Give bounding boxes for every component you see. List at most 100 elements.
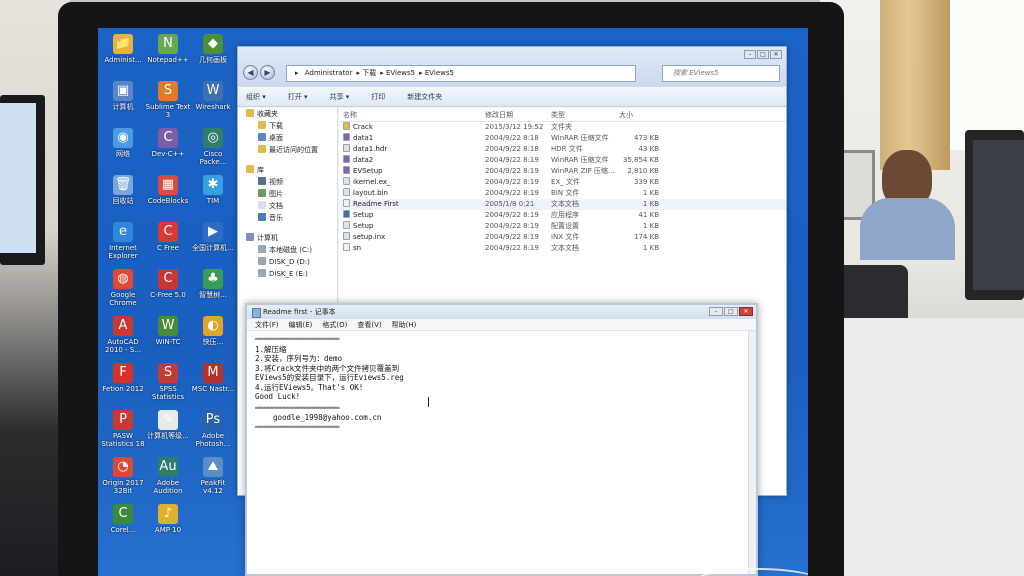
back-button[interactable]: ◀ bbox=[243, 65, 258, 80]
file-row[interactable]: sn 2004/9/22 8:19 文本文档 1 KB bbox=[339, 243, 786, 254]
desktop-icon-item[interactable]: ▦ CodeBlocks bbox=[145, 175, 191, 205]
nav-music[interactable]: 音乐 bbox=[238, 212, 337, 224]
app-icon: C bbox=[158, 269, 178, 289]
file-row[interactable]: Setup 2004/9/22 8:19 应用程序 41 KB bbox=[339, 210, 786, 221]
open-button[interactable]: 打开 ▾ bbox=[288, 92, 308, 102]
maximize-button[interactable]: □ bbox=[757, 50, 769, 59]
nav-libraries[interactable]: 库 bbox=[238, 164, 337, 176]
desktop-icon-label: Fetion 2012 bbox=[102, 385, 144, 393]
file-row[interactable]: setup.inx 2004/9/22 8:19 INX 文件 174 KB bbox=[339, 232, 786, 243]
nav-downloads[interactable]: 下载 bbox=[238, 120, 337, 132]
explorer-titlebar[interactable]: – □ ✕ ◀ ▶ ▸ Administrator ▸ 下载 ▸ EViews5 ▸ … bbox=[238, 47, 786, 87]
desktop-icon-item[interactable]: ✎ 计算机等级... bbox=[145, 410, 191, 440]
breadcrumb-2[interactable]: EViews5 bbox=[386, 69, 415, 77]
notepad-maximize-button[interactable]: □ bbox=[724, 307, 738, 316]
breadcrumb-0[interactable]: Administrator bbox=[305, 69, 353, 77]
desktop-icon-item[interactable]: ▶ 全国计算机... bbox=[190, 222, 236, 252]
desktop-icon-item[interactable]: W Wireshark bbox=[190, 81, 236, 111]
nav-disk-c[interactable]: 本地磁盘 (C:) bbox=[238, 244, 337, 256]
file-row[interactable]: ikernel.ex_ 2004/9/22 8:19 EX_ 文件 339 KB bbox=[339, 177, 786, 188]
nav-pictures[interactable]: 图片 bbox=[238, 188, 337, 200]
file-row[interactable]: data2 2004/9/22 8:19 WinRAR 压缩文件 35,854 KB bbox=[339, 155, 786, 166]
file-row[interactable]: data1 2004/9/22 8:18 WinRAR 压缩文件 473 KB bbox=[339, 133, 786, 144]
file-row[interactable]: Readme First 2005/1/8 0:21 文本文档 1 KB bbox=[339, 199, 786, 210]
desktop-icon-item[interactable]: ◎ Cisco Packe... bbox=[190, 128, 236, 166]
forward-button[interactable]: ▶ bbox=[260, 65, 275, 80]
desktop-icon-item[interactable]: A AutoCAD 2010 - S... bbox=[100, 316, 146, 354]
column-date[interactable]: 修改日期 bbox=[481, 108, 547, 121]
organize-button[interactable]: 组织 ▾ bbox=[246, 92, 266, 102]
nav-disk-e[interactable]: DISK_E (E:) bbox=[238, 268, 337, 280]
notepad-scrollbar[interactable] bbox=[748, 331, 756, 574]
desktop-icon-item[interactable]: e Internet Explorer bbox=[100, 222, 146, 260]
nav-documents[interactable]: 文档 bbox=[238, 200, 337, 212]
print-button[interactable]: 打印 bbox=[371, 92, 385, 102]
desktop-icon-item[interactable]: C Corel... bbox=[100, 504, 146, 534]
desktop-icon-label: Corel... bbox=[110, 526, 136, 534]
address-bar[interactable]: ▸ Administrator ▸ 下载 ▸ EViews5 ▸ EViews5 bbox=[286, 65, 636, 82]
desktop-icon-item[interactable]: Ps Adobe Photosh... bbox=[190, 410, 236, 448]
desktop-icon-item[interactable]: S Sublime Text 3 bbox=[145, 81, 191, 119]
menu-format[interactable]: 格式(O) bbox=[322, 319, 347, 330]
breadcrumb-3[interactable]: EViews5 bbox=[425, 69, 454, 77]
desktop-icon-item[interactable]: P PASW Statistics 18 bbox=[100, 410, 146, 448]
desktop-icon-item[interactable]: ◍ Google Chrome bbox=[100, 269, 146, 307]
nav-recent[interactable]: 最近访问的位置 bbox=[238, 144, 337, 156]
side-monitor bbox=[0, 95, 45, 265]
file-row[interactable]: Crack 2015/3/12 19:52 文件夹 bbox=[339, 122, 786, 133]
desktop-icon-item[interactable]: ◔ Origin 2017 32Bit bbox=[100, 457, 146, 495]
menu-edit[interactable]: 编辑(E) bbox=[289, 319, 313, 330]
desktop-icon-item[interactable]: C C-Free 5.0 bbox=[145, 269, 191, 299]
app-icon: W bbox=[158, 316, 178, 336]
search-input[interactable]: 搜索 EViews5 bbox=[662, 65, 780, 82]
folder-icon bbox=[258, 121, 266, 129]
share-button[interactable]: 共享 ▾ bbox=[330, 92, 350, 102]
desktop-icon-item[interactable]: M MSC Nastr... bbox=[190, 363, 236, 393]
notepad-text-area[interactable]: ══════════════════════════ 1.解压缩 2.安装，序列… bbox=[247, 331, 756, 436]
desktop-icon-item[interactable]: ♣ 智慧树... bbox=[190, 269, 236, 299]
file-row[interactable]: layout.bin 2004/9/22 8:19 BIN 文件 1 KB bbox=[339, 188, 786, 199]
minimize-button[interactable]: – bbox=[744, 50, 756, 59]
nav-favorites[interactable]: 收藏夹 bbox=[238, 108, 337, 120]
nav-videos[interactable]: 视频 bbox=[238, 176, 337, 188]
desktop-icon-item[interactable]: S SPSS Statistics bbox=[145, 363, 191, 401]
desktop-icon-item[interactable]: C Dev-C++ bbox=[145, 128, 191, 158]
desktop-icon-item[interactable]: 🗑 回收站 bbox=[100, 175, 146, 205]
notepad-close-button[interactable]: ✕ bbox=[739, 307, 753, 316]
notepad-title[interactable]: Readme first - 记事本 bbox=[247, 305, 756, 319]
desktop-icon-label: 计算机 bbox=[112, 103, 134, 111]
desktop-icon-item[interactable]: ✱ TIM bbox=[190, 175, 236, 205]
notepad-window[interactable]: Readme first - 记事本 – □ ✕ 文件(F) 编辑(E) 格式(… bbox=[245, 303, 758, 576]
column-type[interactable]: 类型 bbox=[547, 108, 615, 121]
desktop-icon-item[interactable]: ⛰ PeakFit v4.12 bbox=[190, 457, 236, 495]
nav-computer[interactable]: 计算机 bbox=[238, 232, 337, 244]
column-size[interactable]: 大小 bbox=[615, 108, 665, 121]
desktop-icon-item[interactable]: N Notepad++ bbox=[145, 34, 191, 64]
menu-file[interactable]: 文件(F) bbox=[255, 319, 279, 330]
desktop-icon-item[interactable]: C C Free bbox=[145, 222, 191, 252]
desktop-icon-item[interactable]: Au Adobe Audition bbox=[145, 457, 191, 495]
desktop-icon-item[interactable]: W WIN-TC bbox=[145, 316, 191, 346]
nav-desktop[interactable]: 桌面 bbox=[238, 132, 337, 144]
desktop-icon-item[interactable]: ◆ 几何画板 bbox=[190, 34, 236, 64]
notepad-minimize-button[interactable]: – bbox=[709, 307, 723, 316]
menu-help[interactable]: 帮助(H) bbox=[392, 319, 417, 330]
desktop-icon-item[interactable]: F Fetion 2012 bbox=[100, 363, 146, 393]
desktop-icon-item[interactable]: ◐ 快压... bbox=[190, 316, 236, 346]
file-name: setup.inx bbox=[339, 232, 481, 243]
file-row[interactable]: EVSetup 2004/9/22 8:19 WinRAR ZIP 压缩... 2,8… bbox=[339, 166, 786, 177]
breadcrumb-1[interactable]: 下载 bbox=[362, 69, 376, 77]
desktop-icon-item[interactable]: ▣ 计算机 bbox=[100, 81, 146, 111]
file-row[interactable]: Setup 2004/9/22 8:19 配置设置 1 KB bbox=[339, 221, 786, 232]
menu-view[interactable]: 查看(V) bbox=[357, 319, 381, 330]
column-name[interactable]: 名称 bbox=[339, 108, 481, 121]
file-size: 1 KB bbox=[642, 189, 659, 197]
room-window bbox=[950, 0, 1024, 150]
desktop-icon-item[interactable]: ♪ AMP 10 bbox=[145, 504, 191, 534]
desktop-icon-item[interactable]: ◉ 网络 bbox=[100, 128, 146, 158]
new-folder-button[interactable]: 新建文件夹 bbox=[407, 92, 442, 102]
desktop-icon-item[interactable]: 📁 Administ... bbox=[100, 34, 146, 64]
nav-disk-d[interactable]: DISK_D (D:) bbox=[238, 256, 337, 268]
close-button[interactable]: ✕ bbox=[770, 50, 782, 59]
file-row[interactable]: data1.hdr 2004/9/22 8:18 HDR 文件 43 KB bbox=[339, 144, 786, 155]
